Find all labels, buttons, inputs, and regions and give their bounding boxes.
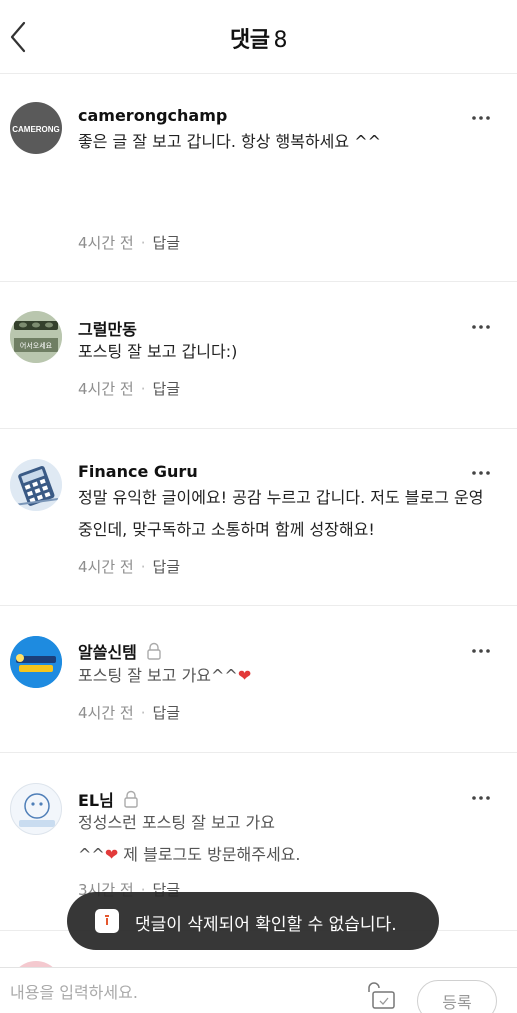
- more-options-button[interactable]: [469, 319, 493, 333]
- submit-button[interactable]: 등록: [417, 980, 497, 1013]
- reply-button[interactable]: 답글: [153, 558, 181, 576]
- comment-item: 알쓸신템 포스팅 잘 보고 가요^^❤ 4시간 전 · 답글: [0, 606, 517, 753]
- comment-text-part: 포스팅 잘 보고 가요^^: [78, 666, 238, 685]
- comment-text: 좋은 글 잘 보고 갑니다. 항상 행복하세요 ^^: [78, 132, 382, 151]
- comment-time: 4시간 전: [78, 380, 134, 398]
- avatar[interactable]: [10, 459, 62, 511]
- comment-item: CAMERONG camerongchamp 좋은 글 잘 보고 갑니다. 항상…: [0, 74, 517, 282]
- avatar[interactable]: [10, 783, 62, 835]
- svg-text:어서오세요: 어서오세요: [20, 341, 53, 350]
- comment-meta: 4시간 전 · 답글: [78, 702, 180, 723]
- avatar[interactable]: 어서오세요: [10, 311, 62, 363]
- comment-input[interactable]: [10, 978, 340, 1006]
- more-icon: [472, 116, 490, 120]
- comment-text: 정말 유익한 글이에요! 공감 누르고 갑니다. 저도 블로그 운영 중인데, …: [78, 482, 508, 546]
- camerong-logo-icon: CAMERONG: [12, 125, 60, 134]
- page-title: 댓글 8: [0, 22, 517, 54]
- comment-text-line: 정성스런 포스팅 잘 보고 가요: [78, 813, 275, 832]
- more-icon: [472, 649, 490, 653]
- page-title-text: 댓글: [230, 28, 270, 53]
- separator-dot: ·: [140, 704, 146, 722]
- storefront-sign-icon: 어서오세요: [10, 311, 62, 363]
- comment-text: 정성스런 포스팅 잘 보고 가요 ^^❤ 제 블로그도 방문해주세요.: [78, 807, 508, 871]
- calculator-icon: [10, 459, 62, 511]
- comment-time: 4시간 전: [78, 704, 134, 722]
- secret-comment-toggle[interactable]: [364, 980, 398, 1010]
- separator-dot: ·: [140, 380, 146, 398]
- header: 댓글 8: [0, 0, 517, 74]
- comment-text-part: 제 블로그도 방문해주세요.: [118, 845, 301, 864]
- more-options-button[interactable]: [469, 643, 493, 657]
- comment-item: 어서오세요 그럴만동 포스팅 잘 보고 갑니다:) 4시간 전 · 답글: [0, 282, 517, 429]
- comment-item: Finance Guru 정말 유익한 글이에요! 공감 누르고 갑니다. 저도…: [0, 429, 517, 606]
- more-icon: [472, 325, 490, 329]
- comment-count: 8: [273, 28, 287, 53]
- lightbulb-badge-icon: [10, 636, 62, 688]
- more-options-button[interactable]: [469, 465, 493, 479]
- separator-dot: ·: [140, 234, 146, 252]
- avatar[interactable]: [10, 636, 62, 688]
- comment-text-line: ^^❤ 제 블로그도 방문해주세요.: [78, 839, 508, 871]
- reply-button[interactable]: 답글: [153, 380, 181, 398]
- more-icon: [472, 471, 490, 475]
- comment-meta: 4시간 전 · 답글: [78, 378, 180, 399]
- more-options-button[interactable]: [469, 790, 493, 804]
- heart-icon: ❤: [104, 845, 119, 864]
- separator-dot: ·: [140, 558, 146, 576]
- app-icon: [95, 909, 119, 933]
- more-icon: [472, 796, 490, 800]
- svg-text:CAMERONG: CAMERONG: [12, 125, 60, 134]
- comment-time: 4시간 전: [78, 558, 134, 576]
- unlock-icon: [368, 982, 395, 1009]
- blowfish-character-icon: [19, 793, 55, 827]
- comment-text-line: 중인데, 맞구독하고 소통하며 함께 성장해요!: [78, 520, 375, 539]
- reply-button[interactable]: 답글: [153, 234, 181, 252]
- comment-author[interactable]: Finance Guru: [78, 462, 198, 481]
- toast-message: 댓글이 삭제되어 확인할 수 없습니다.: [135, 915, 397, 935]
- comment-meta: 4시간 전 · 답글: [78, 232, 180, 253]
- comment-text-line: 정말 유익한 글이에요! 공감 누르고 갑니다. 저도 블로그 운영: [78, 488, 484, 507]
- comment-input-bar: 등록: [0, 967, 517, 1013]
- comment-meta: 4시간 전 · 답글: [78, 556, 180, 577]
- comment-time: 4시간 전: [78, 234, 134, 252]
- toast-notification: 댓글이 삭제되어 확인할 수 없습니다.: [67, 892, 439, 950]
- comment-text: 포스팅 잘 보고 가요^^❤: [78, 660, 508, 692]
- more-options-button[interactable]: [469, 110, 493, 124]
- comment-text: 포스팅 잘 보고 갑니다:): [78, 342, 238, 361]
- heart-icon: ❤: [237, 666, 252, 685]
- avatar[interactable]: CAMERONG: [10, 102, 62, 154]
- comment-text-part: ^^: [78, 845, 105, 864]
- comment-author[interactable]: camerongchamp: [78, 106, 227, 125]
- reply-button[interactable]: 답글: [153, 704, 181, 722]
